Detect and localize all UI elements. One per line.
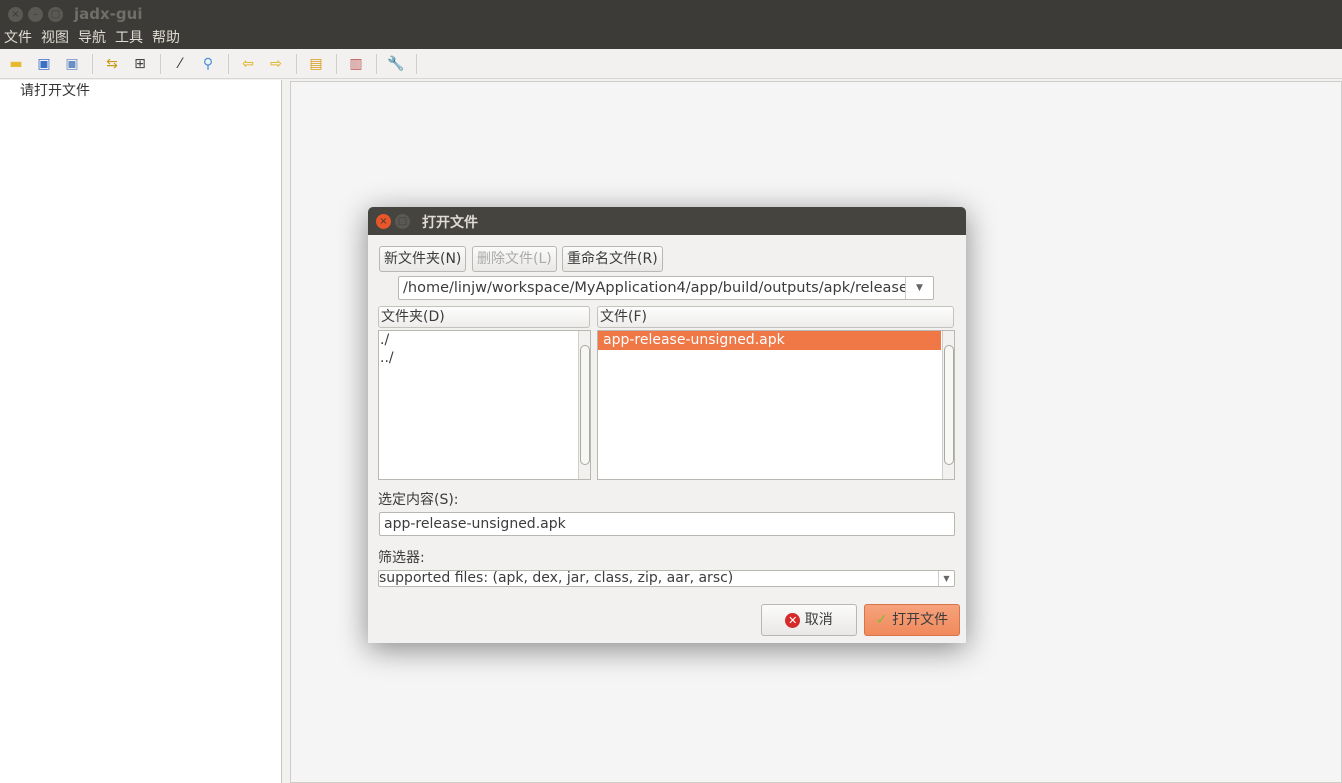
filter-label: 筛选器: bbox=[378, 550, 425, 566]
tree-placeholder: 请打开文件 bbox=[20, 83, 90, 99]
files-list[interactable]: app-release-unsigned.apk bbox=[597, 330, 955, 480]
toolbar-separator bbox=[416, 54, 417, 74]
check-icon: ✓ bbox=[875, 612, 888, 628]
delete-file-button[interactable]: 删除文件(L) bbox=[472, 246, 557, 272]
flatten-packages-icon[interactable]: ⊞ bbox=[131, 55, 149, 73]
rename-file-button[interactable]: 重命名文件(R) bbox=[562, 246, 663, 272]
file-item-selected[interactable]: app-release-unsigned.apk bbox=[598, 331, 941, 350]
menu-file[interactable]: 文件 bbox=[4, 30, 32, 49]
chevron-down-icon[interactable]: ▼ bbox=[938, 571, 954, 586]
preferences-wrench-icon[interactable]: 🔧 bbox=[387, 55, 405, 73]
selection-label: 选定内容(S): bbox=[378, 492, 459, 508]
minimize-window-button[interactable]: – bbox=[28, 7, 43, 22]
back-arrow-icon[interactable]: ⇦ bbox=[239, 55, 257, 73]
open-file-dialog: × □ 打开文件 新文件夹(N) 删除文件(L) 重命名文件(R) /home/… bbox=[368, 207, 966, 643]
menu-navigation[interactable]: 导航 bbox=[78, 30, 106, 49]
filter-combo[interactable]: supported files: (apk, dex, jar, class, … bbox=[378, 570, 955, 587]
toolbar-separator bbox=[92, 54, 93, 74]
dialog-titlebar: × □ 打开文件 bbox=[368, 207, 966, 235]
toolbar-separator bbox=[228, 54, 229, 74]
dialog-close-button[interactable]: × bbox=[376, 214, 391, 229]
window-titlebar: × – □ jadx-gui bbox=[0, 0, 1342, 30]
folders-list[interactable]: ./ ../ bbox=[378, 330, 591, 480]
log-icon[interactable]: ▥ bbox=[347, 55, 365, 73]
dialog-maximize-button[interactable]: □ bbox=[395, 214, 410, 229]
toolbar-separator bbox=[336, 54, 337, 74]
folders-header: 文件夹(D) bbox=[378, 306, 590, 328]
maximize-window-button[interactable]: □ bbox=[48, 7, 63, 22]
cancel-button[interactable]: ✕ 取消 bbox=[761, 604, 857, 636]
open-label: 打开文件 bbox=[892, 612, 949, 628]
dialog-title: 打开文件 bbox=[422, 215, 478, 231]
export-icon[interactable]: ▣ bbox=[63, 55, 81, 73]
forward-arrow-icon[interactable]: ⇨ bbox=[267, 55, 285, 73]
path-combo[interactable]: /home/linjw/workspace/MyApplication4/app… bbox=[398, 276, 934, 300]
selection-input[interactable]: app-release-unsigned.apk bbox=[379, 512, 955, 536]
save-all-icon[interactable]: ▣ bbox=[35, 55, 53, 73]
file-tree-panel[interactable]: 请打开文件 bbox=[0, 80, 282, 783]
menu-help[interactable]: 帮助 bbox=[152, 30, 180, 49]
cancel-label: 取消 bbox=[804, 612, 833, 628]
folder-item[interactable]: ../ bbox=[379, 349, 590, 367]
menu-bar: 文件 视图 导航 工具 帮助 bbox=[0, 30, 1342, 49]
toolbar-separator bbox=[376, 54, 377, 74]
open-folder-icon[interactable]: ▬ bbox=[7, 55, 25, 73]
new-folder-button[interactable]: 新文件夹(N) bbox=[379, 246, 467, 272]
chevron-down-icon[interactable]: ▼ bbox=[905, 277, 933, 299]
magic-wand-icon[interactable]: ⁄ bbox=[171, 55, 189, 73]
toolbar-separator bbox=[160, 54, 161, 74]
menu-tools[interactable]: 工具 bbox=[115, 30, 143, 49]
close-window-button[interactable]: × bbox=[8, 7, 23, 22]
sync-icon[interactable]: ⇆ bbox=[103, 55, 121, 73]
search-icon[interactable]: ⚲ bbox=[199, 55, 217, 73]
filter-value: supported files: (apk, dex, jar, class, … bbox=[379, 570, 734, 586]
open-file-button[interactable]: ✓ 打开文件 bbox=[864, 604, 960, 636]
window-title: jadx-gui bbox=[74, 5, 143, 23]
files-header: 文件(F) bbox=[597, 306, 954, 328]
cancel-icon: ✕ bbox=[785, 612, 801, 628]
folder-item[interactable]: ./ bbox=[379, 331, 590, 349]
folders-scrollbar[interactable] bbox=[578, 331, 590, 479]
toolbar: ▬ ▣ ▣ ⇆ ⊞ ⁄ ⚲ ⇦ ⇨ ▤ ▥ 🔧 bbox=[0, 49, 1342, 79]
deobfuscation-icon[interactable]: ▤ bbox=[307, 55, 325, 73]
toolbar-separator bbox=[296, 54, 297, 74]
path-value: /home/linjw/workspace/MyApplication4/app… bbox=[403, 280, 908, 296]
menu-view[interactable]: 视图 bbox=[41, 30, 69, 49]
files-scrollbar[interactable] bbox=[942, 331, 954, 479]
